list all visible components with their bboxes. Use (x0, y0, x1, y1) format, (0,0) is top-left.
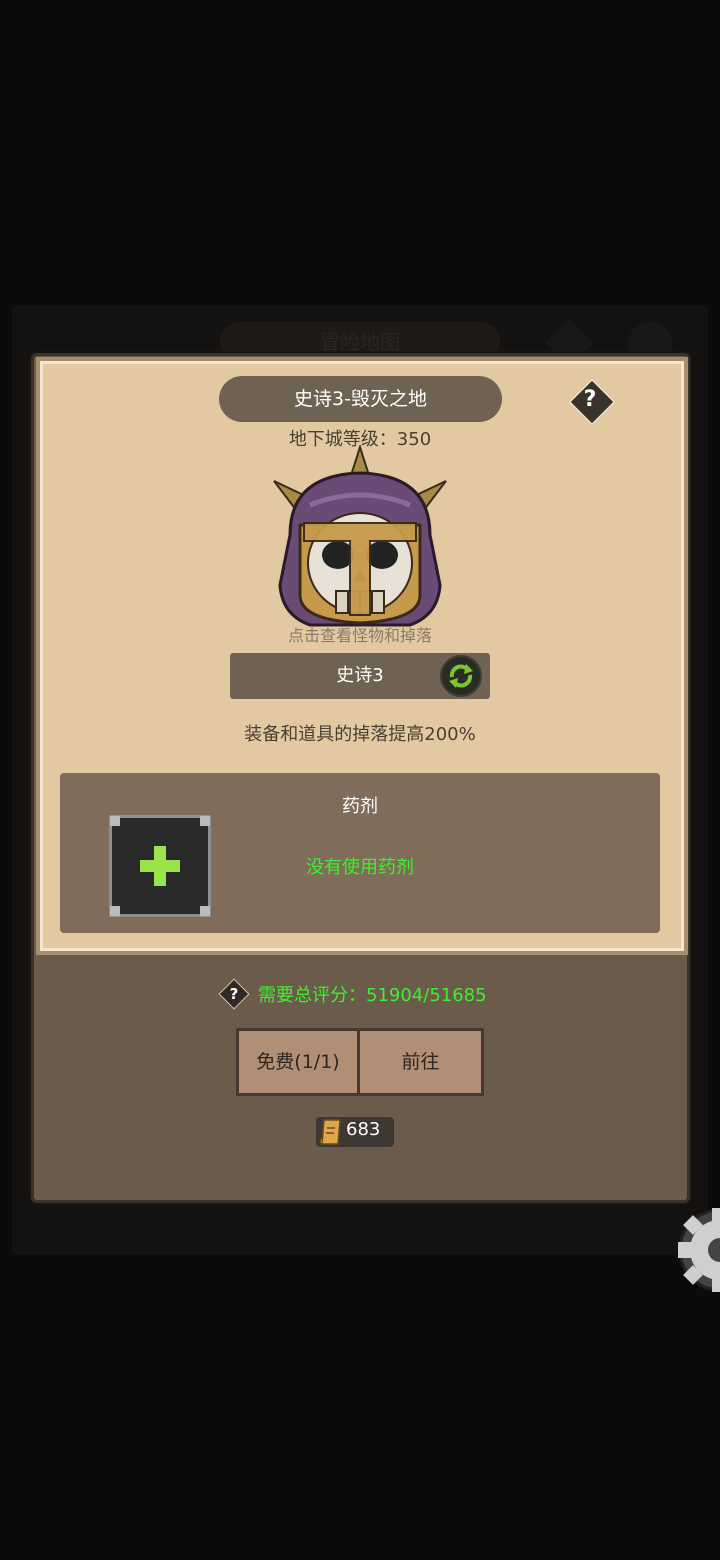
drop-bonus-text: 装备和道具的掉落提高200% (244, 724, 476, 745)
boss-skull-icon[interactable] (270, 445, 450, 635)
required-score-text: 需要总评分：51904/51685 (258, 985, 487, 1006)
scroll-icon (319, 1119, 341, 1145)
slot-corner (110, 906, 120, 916)
stage-title: 史诗3-毁灭之地 (219, 376, 502, 422)
refresh-difficulty-button[interactable] (440, 655, 482, 697)
potion-status: 没有使用药剂 (306, 857, 414, 878)
free-entry-button[interactable]: 免费(1/1) (236, 1028, 360, 1096)
go-button[interactable]: 前往 (357, 1028, 484, 1096)
slot-corner (110, 816, 120, 826)
help-symbol: ? (583, 387, 597, 412)
boss-hint: 点击查看怪物和掉落 (287, 626, 432, 645)
potion-title: 药剂 (342, 796, 378, 817)
potion-slot-button[interactable] (109, 815, 211, 917)
score-help-button[interactable]: ? (218, 978, 250, 1010)
slot-corner (200, 816, 210, 826)
background-button (548, 1205, 668, 1231)
slot-corner (200, 906, 210, 916)
settings-gear-icon[interactable] (672, 1202, 720, 1298)
score-help-symbol: ? (229, 985, 239, 1003)
refresh-icon (449, 664, 473, 688)
scroll-count: 683 (346, 1119, 381, 1140)
background-button (296, 1205, 424, 1231)
help-button[interactable]: ? (567, 377, 617, 427)
plus-icon (140, 846, 180, 886)
